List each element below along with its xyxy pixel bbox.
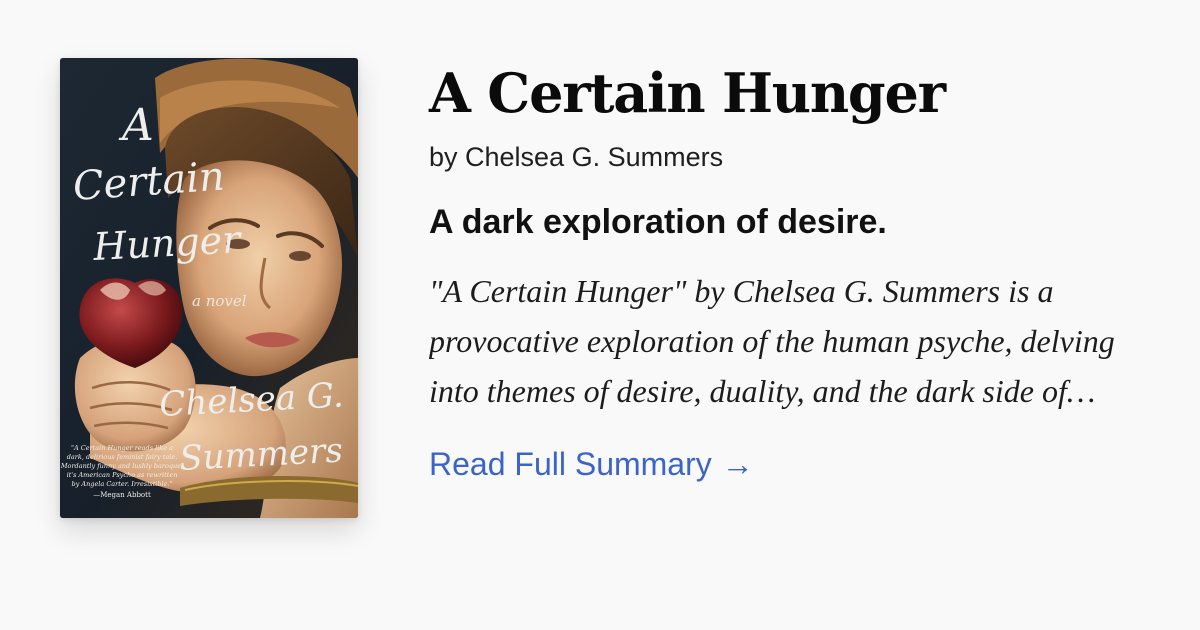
cover-blurb-credit: —Megan Abbott bbox=[93, 491, 151, 499]
cover-blurb-line: by Angela Carter. Irresistible." bbox=[72, 480, 173, 488]
arrow-right-icon: → bbox=[721, 446, 754, 482]
read-full-summary-link[interactable]: Read Full Summary → bbox=[429, 444, 754, 484]
read-full-summary-label: Read Full Summary bbox=[429, 446, 712, 482]
cover-blurb-line: Mordantly funny and lushly baroque, bbox=[60, 462, 183, 470]
author-byline: by Chelsea G. Summers bbox=[429, 142, 724, 172]
book-summary: "A Certain Hunger" by Chelsea G. Summers… bbox=[429, 273, 1115, 409]
cover-title-line-3: Hunger bbox=[91, 217, 244, 269]
book-cover-image: A Certain Hunger a novel Chelsea G. Summ… bbox=[60, 58, 358, 518]
cover-blurb-line: it's American Psycho as rewritten bbox=[67, 471, 178, 479]
book-tagline: A dark exploration of desire. bbox=[429, 203, 887, 241]
cover-author-line-2: Summers bbox=[178, 430, 343, 479]
cover-title-line-1: A bbox=[118, 100, 154, 151]
cover-blurb-line: dark, delirious feminist fairy tale. bbox=[67, 453, 178, 461]
cover-subtitle: a novel bbox=[192, 292, 247, 310]
book-title: A Certain Hunger bbox=[429, 61, 946, 125]
book-info: A Certain Hunger by Chelsea G. Summers A… bbox=[429, 60, 1169, 484]
cover-blurb-line: "A Certain Hunger reads like a bbox=[71, 444, 173, 452]
